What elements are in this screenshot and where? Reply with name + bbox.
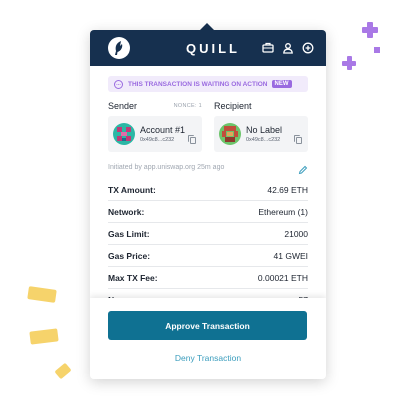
detail-label: Gas Price: <box>108 250 151 261</box>
avatar <box>113 123 135 145</box>
recipient-title: Recipient <box>214 101 252 111</box>
detail-value: Ethereum (1) <box>258 206 308 217</box>
user-icon[interactable] <box>282 41 294 54</box>
detail-row-max-tx-fee: Max TX Fee: 0.00021 ETH <box>108 267 308 289</box>
detail-row-gas-price: Gas Price: 41 GWEI <box>108 245 308 267</box>
detail-row-gas-limit: Gas Limit: 21000 <box>108 223 308 245</box>
info-icon: … <box>114 79 123 89</box>
brand-name: QUILL <box>186 41 240 56</box>
parties-section: Sender NONCE: 1 Account #1 0x49c8...c232… <box>90 100 326 152</box>
detail-label: Max TX Fee: <box>108 272 158 283</box>
sender-name: Account #1 <box>140 125 186 135</box>
sender-title: Sender <box>108 101 138 111</box>
initiated-by-row: Initiated by app.uniswap.org 25m ago <box>90 161 326 175</box>
pencil-icon[interactable] <box>298 162 308 175</box>
avatar <box>219 123 241 145</box>
detail-label: Gas Limit: <box>108 228 150 239</box>
detail-row-network: Network: Ethereum (1) <box>108 201 308 223</box>
recipient-account-card[interactable]: No Label 0x49c8...c232 <box>214 116 308 152</box>
detail-value: 0.00021 ETH <box>257 272 308 283</box>
decorative-square <box>374 47 380 53</box>
pending-action-banner: … THIS TRANSACTION IS WAITING ON ACTION … <box>108 76 308 92</box>
detail-value: 42.69 ETH <box>267 184 308 195</box>
add-circle-icon[interactable] <box>302 41 314 54</box>
sender-account-card[interactable]: Account #1 0x49c8...c232 <box>108 116 202 152</box>
detail-label: Network: <box>108 206 145 217</box>
sender-panel: Sender NONCE: 1 Account #1 0x49c8...c232 <box>108 100 202 152</box>
copy-icon[interactable] <box>188 135 196 144</box>
sender-address: 0x49c8...c232 <box>140 137 175 143</box>
detail-label: TX Amount: <box>108 184 156 195</box>
detail-value: 41 GWEI <box>273 250 308 261</box>
transaction-details: TX Amount: 42.69 ETH Network: Ethereum (… <box>108 179 308 311</box>
detail-row-tx-amount: TX Amount: 42.69 ETH <box>108 179 308 201</box>
approve-transaction-button[interactable]: Approve Transaction <box>108 311 307 340</box>
deny-transaction-link[interactable]: Deny Transaction <box>90 353 326 363</box>
recipient-panel: Recipient No Label 0x49c8...c232 <box>214 100 308 152</box>
action-footer: Approve Transaction Deny Transaction <box>90 298 326 379</box>
decorative-yellow-dash <box>27 286 57 303</box>
nonce-label: NONCE: 1 <box>173 103 202 109</box>
decorative-yellow-dash <box>54 362 72 380</box>
quill-feather-icon <box>108 37 130 59</box>
recipient-name: No Label <box>246 125 283 135</box>
decorative-plus-shape <box>342 56 356 70</box>
banner-text: THIS TRANSACTION IS WAITING ON ACTION <box>128 80 268 88</box>
popup-header: QUILL <box>90 30 326 66</box>
detail-value: 21000 <box>284 228 308 239</box>
decorative-yellow-dash <box>29 328 59 345</box>
decorative-plus-shape <box>362 22 378 38</box>
wallet-icon[interactable] <box>262 41 274 53</box>
copy-icon[interactable] <box>294 135 302 144</box>
wallet-popup: QUILL … THIS TRANSACTION IS WAITING ON A… <box>90 30 326 379</box>
initiated-by-text: Initiated by app.uniswap.org 25m ago <box>108 163 225 171</box>
recipient-address: 0x49c8...c232 <box>246 137 281 143</box>
new-badge: NEW <box>271 80 292 88</box>
